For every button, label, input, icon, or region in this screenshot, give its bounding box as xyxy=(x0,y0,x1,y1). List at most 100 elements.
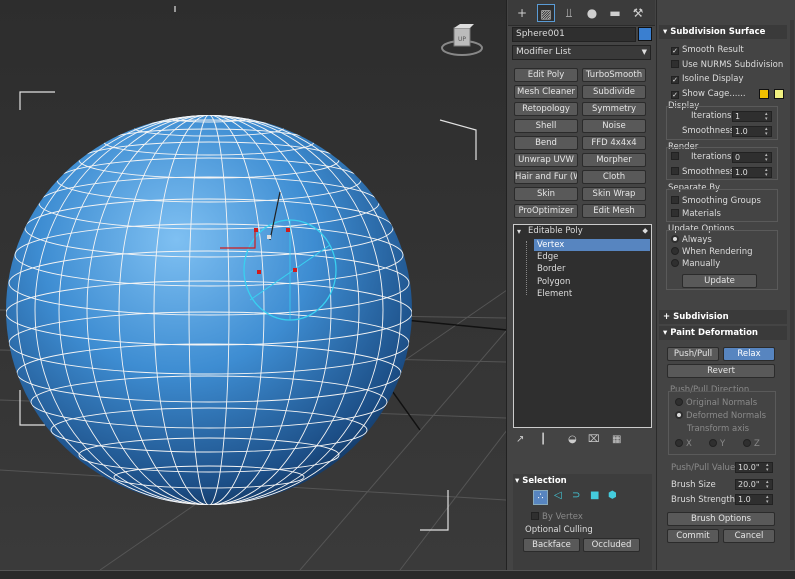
axis-z-radio[interactable]: Z xyxy=(743,439,760,449)
manually-label: Manually xyxy=(682,259,721,269)
create-icon[interactable]: + xyxy=(513,4,531,22)
axis-y-radio[interactable]: Y xyxy=(709,439,725,449)
subdivision-displacement-rollout[interactable]: + Subdivision Displacement xyxy=(659,310,787,336)
configure-sets-icon[interactable]: ▦ xyxy=(612,434,621,445)
mod-button-prooptimizer[interactable]: ProOptimizer xyxy=(514,204,578,218)
isoline-display-checkbox[interactable]: ✓ Isoline Display xyxy=(671,74,744,84)
original-normals-radio[interactable]: Original Normals xyxy=(675,398,757,408)
update-button[interactable]: Update xyxy=(682,274,757,288)
mod-button-mesh-cleaner[interactable]: Mesh Cleaner xyxy=(514,85,578,99)
render-smoothness-spinner[interactable]: 1.0 xyxy=(732,167,772,178)
mod-button-retopology[interactable]: Retopology xyxy=(514,102,578,116)
show-cage-checkbox[interactable]: ✓ Show Cage...... xyxy=(671,89,746,99)
selection-rollout-header[interactable]: ▾ Selection xyxy=(515,476,567,486)
smoothing-groups-checkbox[interactable]: Smoothing Groups xyxy=(671,196,761,206)
brush-size-spinner[interactable]: 20.0" xyxy=(735,479,773,490)
manually-radio[interactable]: Manually xyxy=(671,259,720,269)
pin-stack-icon[interactable]: ↗ xyxy=(516,434,524,445)
occluded-button[interactable]: Occluded xyxy=(583,538,640,552)
show-end-result-icon[interactable]: ┃ xyxy=(540,434,546,445)
stack-item-element[interactable]: Element xyxy=(534,288,650,300)
brush-options-button[interactable]: Brush Options xyxy=(667,512,775,526)
object-color-swatch[interactable] xyxy=(638,27,652,41)
render-iterations-spinner[interactable]: 0 xyxy=(732,152,772,163)
mod-button-hair-and-fur[interactable]: Hair and Fur (WSM xyxy=(514,170,578,184)
edge-mode-icon[interactable]: ◁ xyxy=(554,490,562,501)
paint-deformation-rollout[interactable]: ▾ Paint Deformation xyxy=(659,326,787,340)
isoline-display-label: Isoline Display xyxy=(682,74,744,84)
stack-item-border[interactable]: Border xyxy=(534,263,650,275)
mod-button-edit-poly[interactable]: Edit Poly xyxy=(514,68,578,82)
modifier-list-dropdown[interactable]: Modifier List ▼ xyxy=(512,45,651,60)
backface-button[interactable]: Backface xyxy=(523,538,580,552)
cage-color-swatch-1[interactable] xyxy=(759,89,769,99)
mod-button-cloth[interactable]: Cloth xyxy=(582,170,646,184)
relax-button[interactable]: Relax xyxy=(723,347,775,361)
utilities-icon[interactable]: ⚒ xyxy=(629,4,647,22)
axis-x-radio[interactable]: X xyxy=(675,439,692,449)
panel-scrollbar[interactable] xyxy=(790,20,794,560)
stack-root-editable-poly[interactable]: Editable Poly xyxy=(528,226,583,236)
display-icon[interactable]: ▬ xyxy=(606,4,624,22)
mod-button-skin[interactable]: Skin xyxy=(514,187,578,201)
remove-modifier-icon[interactable]: ⌧ xyxy=(588,434,600,445)
subdivision-surface-rollout[interactable]: ▾ Subdivision Surface xyxy=(659,25,787,39)
perspective-viewport[interactable]: UP xyxy=(0,0,507,570)
modifier-stack[interactable]: ▾ Editable Poly ⬥ Vertex Edge Border Pol… xyxy=(513,224,652,428)
stack-item-polygon[interactable]: Polygon xyxy=(534,276,650,288)
element-mode-icon[interactable]: ⬢ xyxy=(608,490,617,501)
iterations-spinner[interactable]: 1 xyxy=(732,111,772,122)
time-slider-bar[interactable] xyxy=(0,570,795,579)
by-vertex-checkbox[interactable]: By Vertex xyxy=(531,512,583,522)
mod-button-skin-wrap[interactable]: Skin Wrap xyxy=(582,187,646,201)
original-normals-label: Original Normals xyxy=(686,398,758,408)
make-unique-icon[interactable]: ◒ xyxy=(568,434,577,445)
render-smoothness-checkbox[interactable] xyxy=(671,167,682,177)
hierarchy-icon[interactable]: ⫫ xyxy=(560,4,578,22)
mod-button-morpher[interactable]: Morpher xyxy=(582,153,646,167)
viewcube[interactable]: UP xyxy=(440,22,484,60)
modify-icon[interactable]: ▨ xyxy=(537,4,555,22)
cancel-button[interactable]: Cancel xyxy=(723,529,775,543)
mod-button-bend[interactable]: Bend xyxy=(514,136,578,150)
revert-button[interactable]: Revert xyxy=(667,364,775,378)
collapse-icon[interactable]: ▾ xyxy=(517,227,521,236)
vertex-mode-icon[interactable]: ∴ xyxy=(533,490,548,505)
render-iterations-checkbox[interactable] xyxy=(671,152,682,162)
deformed-normals-radio[interactable]: Deformed Normals xyxy=(675,411,766,421)
push-pull-value-spinner[interactable]: 10.0" xyxy=(735,462,773,473)
axis-y-label: Y xyxy=(720,439,726,449)
brush-strength-spinner[interactable]: 1.0 xyxy=(735,494,773,505)
mod-button-ffd[interactable]: FFD 4x4x4 xyxy=(582,136,646,150)
by-vertex-label: By Vertex xyxy=(542,512,583,522)
rollout-title: Subdivision Surface xyxy=(670,27,766,37)
axis-x-label: X xyxy=(686,439,692,449)
mod-button-edit-mesh[interactable]: Edit Mesh xyxy=(582,204,646,218)
subobject-icon: ⬥ xyxy=(642,226,648,235)
mod-button-symmetry[interactable]: Symmetry xyxy=(582,102,646,116)
object-name-field[interactable]: Sphere001 xyxy=(512,27,636,42)
mod-button-noise[interactable]: Noise xyxy=(582,119,646,133)
border-mode-icon[interactable]: ⊃ xyxy=(572,490,580,501)
stack-item-vertex[interactable]: Vertex xyxy=(534,239,650,251)
mod-button-turbosmooth[interactable]: TurboSmooth xyxy=(582,68,646,82)
always-radio[interactable]: Always xyxy=(671,235,712,245)
stack-tree-line xyxy=(526,241,527,295)
mod-button-shell[interactable]: Shell xyxy=(514,119,578,133)
when-rendering-radio[interactable]: When Rendering xyxy=(671,247,753,257)
smooth-result-checkbox[interactable]: ✓ Smooth Result xyxy=(671,45,744,55)
motion-icon[interactable]: ● xyxy=(583,4,601,22)
mod-button-subdivide[interactable]: Subdivide xyxy=(582,85,646,99)
rollout-title: Paint Deformation xyxy=(670,328,758,338)
stack-item-edge[interactable]: Edge xyxy=(534,251,650,263)
cage-color-swatch-2[interactable] xyxy=(774,89,784,99)
polygon-mode-icon[interactable]: ■ xyxy=(590,490,599,501)
when-rendering-label: When Rendering xyxy=(682,247,753,257)
render-iterations-label: Iterations: xyxy=(691,152,735,162)
commit-button[interactable]: Commit xyxy=(667,529,719,543)
materials-checkbox[interactable]: Materials xyxy=(671,209,721,219)
push-pull-button[interactable]: Push/Pull xyxy=(667,347,719,361)
use-nurms-checkbox[interactable]: Use NURMS Subdivision xyxy=(671,60,783,70)
smoothness-spinner[interactable]: 1.0 xyxy=(732,126,772,137)
mod-button-unwrap-uvw[interactable]: Unwrap UVW xyxy=(514,153,578,167)
